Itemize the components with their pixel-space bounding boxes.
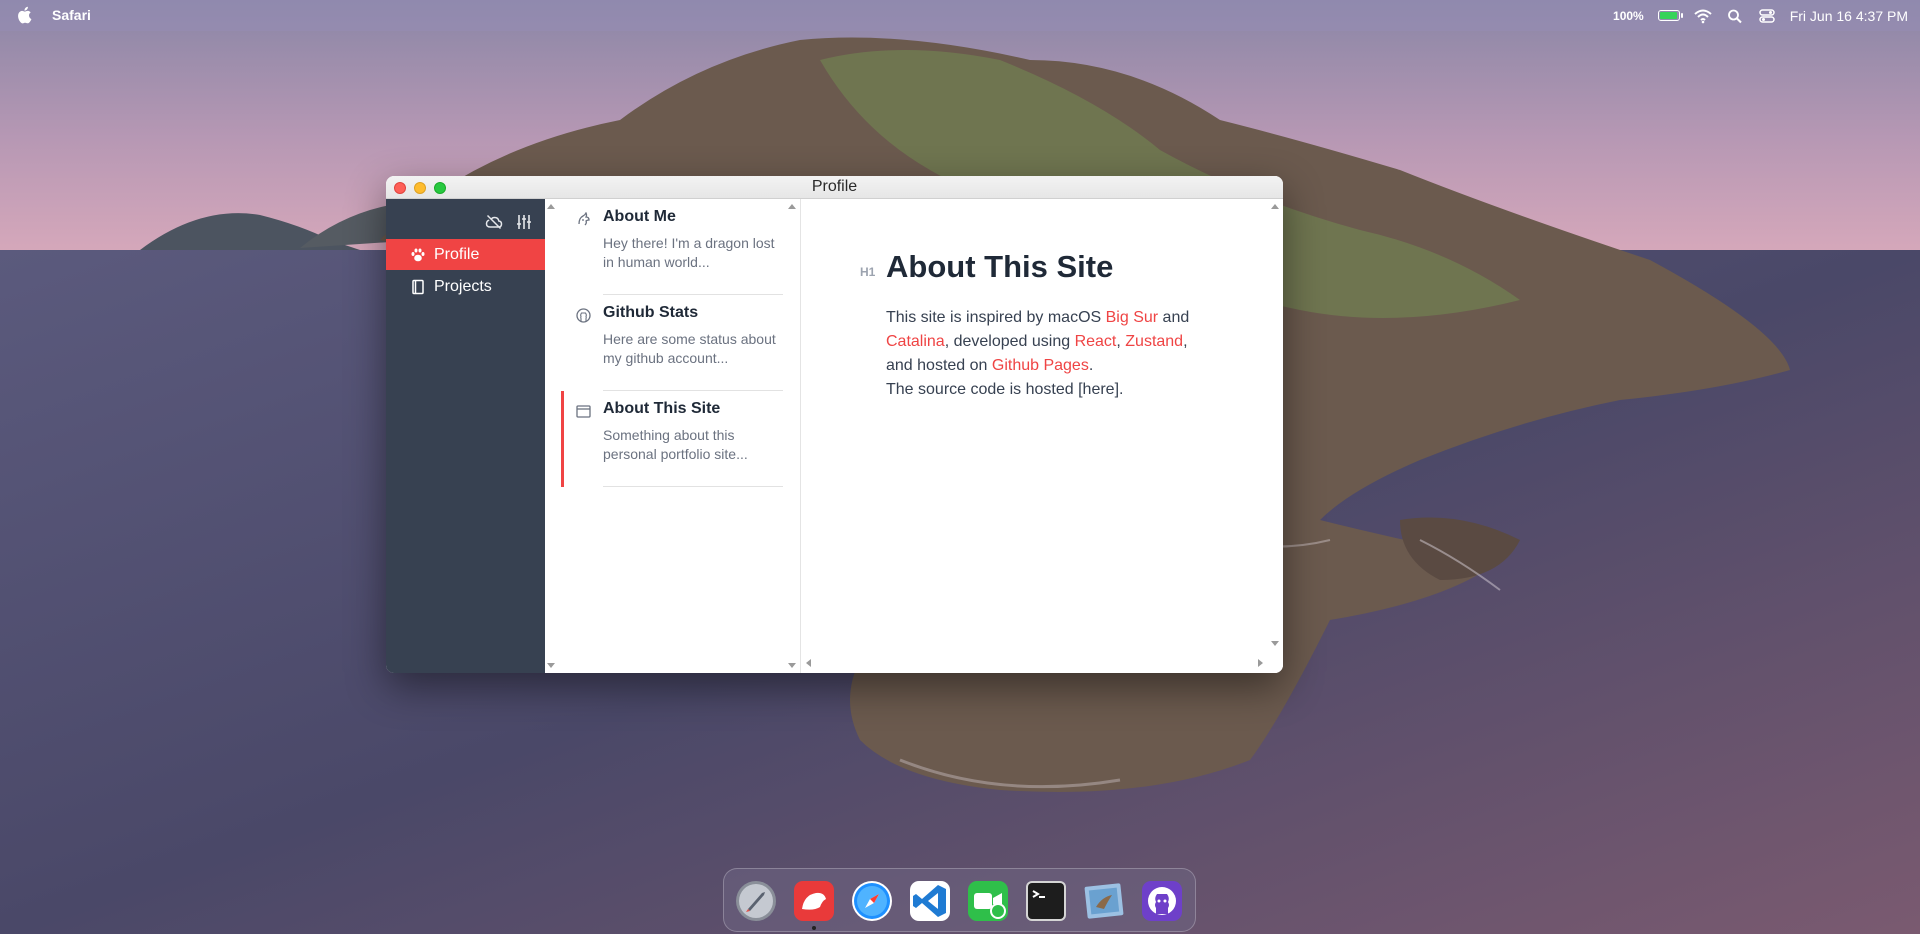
content-paragraph-1: This site is inspired by macOS Big Sur a…	[886, 306, 1206, 378]
sidebar-item-label: Projects	[434, 277, 492, 295]
note-content[interactable]: H1 About This Site This site is inspired…	[802, 199, 1283, 673]
note-excerpt: Here are some status about my github acc…	[603, 331, 776, 366]
note-excerpt: Hey there! I'm a dragon lost in human wo…	[603, 235, 775, 270]
dock	[723, 868, 1196, 932]
window-icon	[576, 405, 591, 418]
link-react[interactable]: React	[1075, 333, 1117, 350]
content-scroll-up-arrow[interactable]	[1271, 204, 1279, 209]
note-excerpt: Something about this personal portfolio …	[603, 427, 748, 462]
sidebar-item-label: Profile	[434, 245, 480, 263]
vscode-icon[interactable]	[908, 879, 952, 923]
link-big-sur[interactable]: Big Sur	[1106, 309, 1158, 326]
note-title: About Me	[603, 208, 676, 225]
window-titlebar[interactable]: Profile	[386, 176, 1283, 199]
facetime-icon[interactable]	[966, 879, 1010, 923]
menu-bar: Safari 100% Fri Jun 16 4:37 PM	[0, 0, 1920, 31]
mail-icon[interactable]	[1082, 879, 1126, 923]
note-item-github-stats[interactable]: Github Stats Here are some status about …	[545, 295, 801, 391]
github-icon[interactable]	[1140, 879, 1184, 923]
note-divider	[603, 486, 783, 487]
battery-percent[interactable]: 100%	[1613, 9, 1644, 23]
search-icon[interactable]	[1726, 8, 1744, 24]
content-scroll-left-arrow[interactable]	[802, 659, 811, 667]
note-list: About Me Hey there! I'm a dragon lost in…	[545, 199, 801, 673]
sidebar-item-profile[interactable]: Profile	[386, 239, 545, 270]
paragraph-text: , developed using	[944, 333, 1075, 350]
note-item-about-me[interactable]: About Me Hey there! I'm a dragon lost in…	[545, 199, 801, 295]
sidebar: Profile Projects	[386, 199, 545, 673]
content-paragraph-2: The source code is hosted [here].	[886, 381, 1124, 398]
active-app-name[interactable]: Safari	[52, 7, 91, 23]
link-zustand[interactable]: Zustand	[1125, 333, 1183, 350]
terminal-icon[interactable]	[1024, 879, 1068, 923]
selected-note-indicator	[561, 391, 564, 487]
bear-notes-icon[interactable]	[792, 879, 836, 923]
list-scroll-down-arrow[interactable]	[547, 663, 555, 668]
note-item-about-this-site[interactable]: About This Site Something about this per…	[545, 391, 801, 487]
battery-icon[interactable]	[1657, 10, 1683, 21]
paw-icon	[411, 248, 425, 261]
menubar-clock[interactable]: Fri Jun 16 4:37 PM	[1790, 8, 1908, 24]
safari-icon[interactable]	[850, 879, 894, 923]
paragraph-text: ,	[1116, 333, 1126, 350]
running-indicator	[812, 926, 816, 930]
paragraph-text: This site is inspired by macOS	[886, 309, 1106, 326]
link-catalina[interactable]: Catalina	[886, 333, 945, 350]
launchpad-icon[interactable]	[734, 879, 778, 923]
content-scroll-right-arrow[interactable]	[1258, 659, 1267, 667]
dragon-icon	[578, 212, 590, 226]
notes-window: Profile Profile Projects About Me Hey th…	[386, 176, 1283, 673]
wifi-icon[interactable]	[1694, 8, 1712, 24]
link-github-pages[interactable]: Github Pages	[992, 357, 1089, 374]
apple-icon[interactable]	[16, 6, 32, 24]
paragraph-text: and	[1158, 309, 1190, 326]
note-title: About This Site	[603, 400, 721, 417]
book-icon	[412, 279, 424, 294]
control-center-icon[interactable]	[1758, 8, 1776, 24]
github-icon	[576, 308, 591, 323]
sidebar-item-projects[interactable]: Projects	[386, 271, 545, 302]
heading-level-tag: H1	[860, 265, 876, 279]
cloud-off-icon[interactable]	[485, 213, 503, 231]
content-heading: About This Site	[886, 249, 1114, 284]
window-title: Profile	[811, 178, 858, 195]
note-title: Github Stats	[603, 304, 699, 321]
paragraph-text: .	[1088, 357, 1094, 374]
list-scroll-down-arrow-right[interactable]	[788, 663, 796, 668]
content-scroll-down-arrow[interactable]	[1271, 641, 1279, 646]
sliders-icon[interactable]	[515, 213, 533, 231]
